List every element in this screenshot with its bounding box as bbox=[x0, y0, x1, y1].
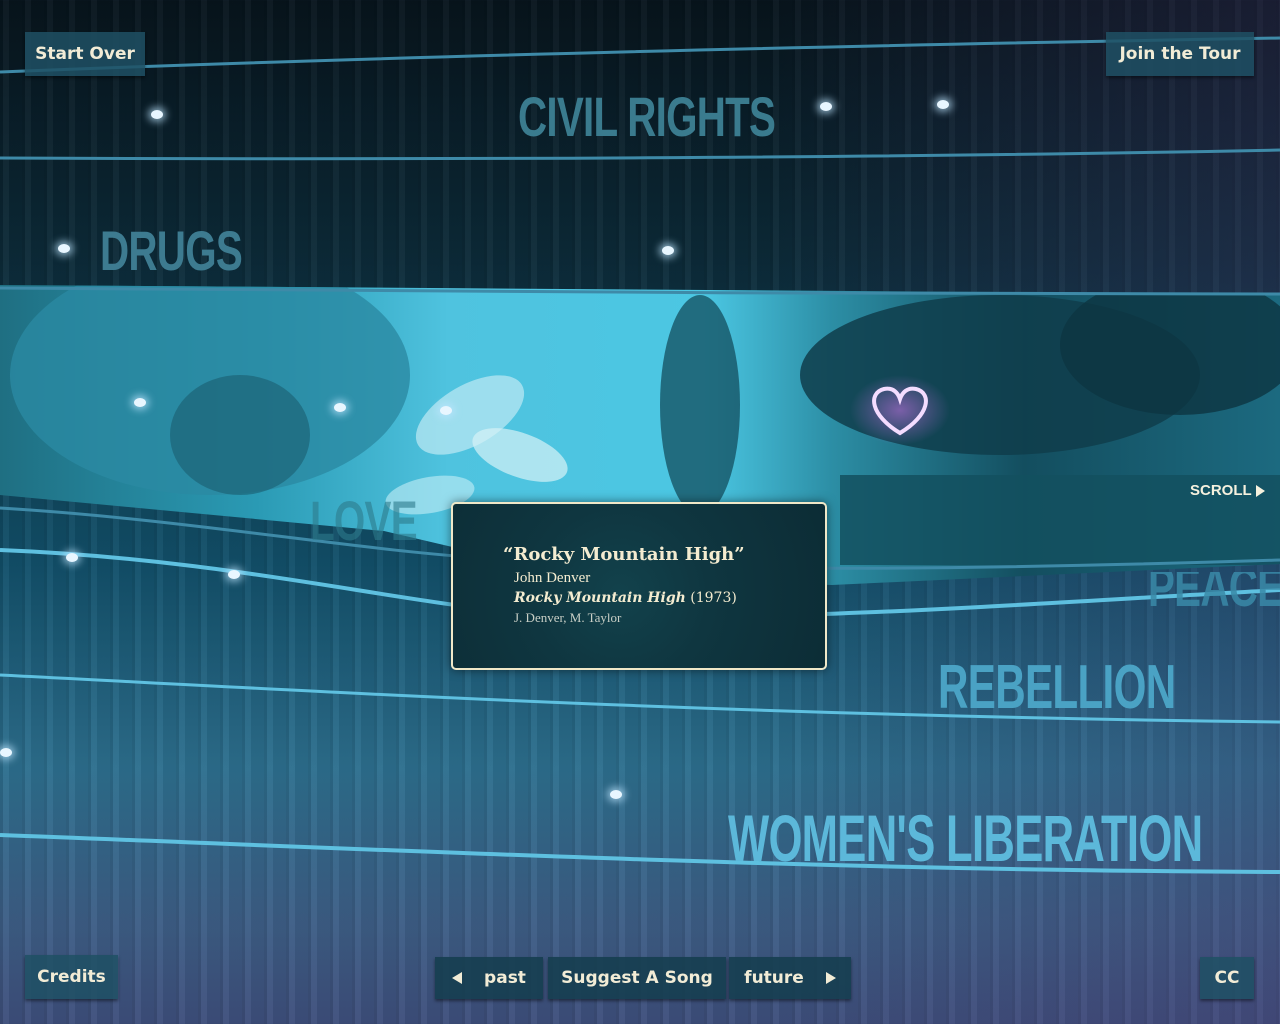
suggest-song-button[interactable]: Suggest A Song bbox=[548, 957, 726, 999]
cc-label: CC bbox=[1214, 968, 1240, 988]
start-over-button[interactable]: Start Over bbox=[25, 32, 145, 76]
sparkle-dot bbox=[937, 100, 949, 109]
sparkle-dot bbox=[58, 244, 70, 253]
start-over-label: Start Over bbox=[35, 44, 135, 64]
theme-womens-liberation[interactable]: WOMEN'S LIBERATION bbox=[728, 800, 1203, 876]
song-album: Rocky Mountain High bbox=[514, 590, 686, 606]
sparkle-dot bbox=[440, 406, 452, 415]
sparkle-dot bbox=[610, 790, 622, 799]
scroll-indicator[interactable]: SCROLL bbox=[1190, 482, 1265, 499]
suggest-song-label: Suggest A Song bbox=[561, 968, 713, 988]
sparkle-dot bbox=[0, 748, 12, 757]
song-title: “Rocky Mountain High” bbox=[503, 544, 745, 565]
sparkle-dot bbox=[66, 553, 78, 562]
theme-rebellion[interactable]: REBELLION bbox=[938, 652, 1176, 723]
past-label: past bbox=[484, 968, 526, 988]
song-year: (1973) bbox=[690, 590, 737, 606]
song-album-line: Rocky Mountain High (1973) bbox=[514, 590, 737, 606]
arrow-left-icon bbox=[452, 972, 463, 984]
theme-civil-rights[interactable]: CIVIL RIGHTS bbox=[518, 84, 776, 149]
sparkle-dot bbox=[334, 403, 346, 412]
sparkle-dot bbox=[228, 570, 240, 579]
sparkle-dot bbox=[134, 398, 146, 407]
arrow-right-icon bbox=[825, 972, 836, 984]
scroll-label: SCROLL bbox=[1190, 482, 1252, 499]
credits-button[interactable]: Credits bbox=[25, 955, 118, 999]
sparkle-dot bbox=[151, 110, 163, 119]
sparkle-dot bbox=[820, 102, 832, 111]
future-button[interactable]: future bbox=[729, 957, 851, 999]
sparkle-dot bbox=[662, 246, 674, 255]
theme-love[interactable]: LOVE bbox=[310, 488, 418, 553]
future-label: future bbox=[744, 968, 804, 988]
join-tour-button[interactable]: Join the Tour bbox=[1106, 32, 1254, 76]
join-tour-label: Join the Tour bbox=[1119, 44, 1241, 64]
song-artist: John Denver bbox=[514, 570, 591, 586]
credits-label: Credits bbox=[37, 967, 106, 987]
past-button[interactable]: past bbox=[435, 957, 543, 999]
song-writers: J. Denver, M. Taylor bbox=[514, 610, 622, 625]
theme-drugs[interactable]: DRUGS bbox=[100, 218, 243, 283]
scroll-arrow-icon bbox=[1255, 484, 1265, 497]
cc-button[interactable]: CC bbox=[1200, 957, 1254, 999]
song-info-popup: “Rocky Mountain High” John Denver Rocky … bbox=[451, 502, 827, 670]
